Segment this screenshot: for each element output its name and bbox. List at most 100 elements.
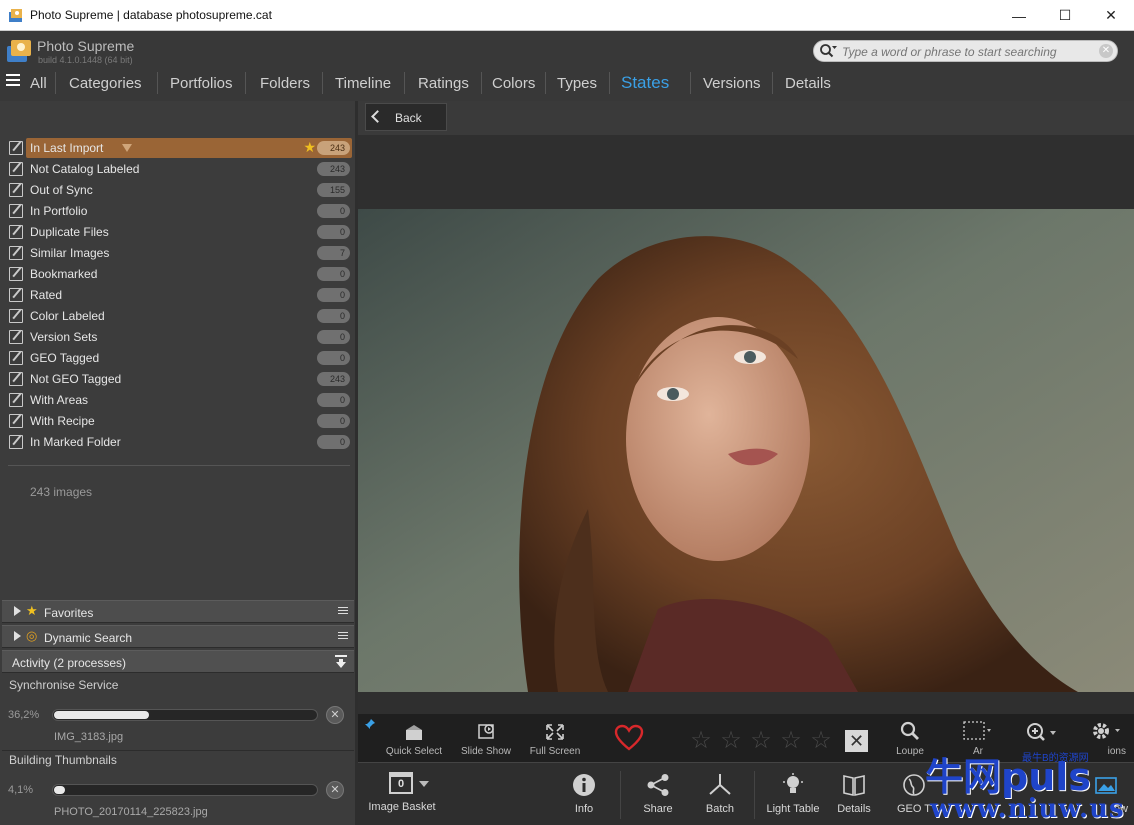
tab-types[interactable]: Types <box>557 75 597 92</box>
watermark-url: www.niuw.us <box>930 794 1125 824</box>
menu-icon[interactable] <box>6 74 20 88</box>
tab-ratings[interactable]: Ratings <box>418 75 469 92</box>
state-item[interactable]: In Marked Folder 0 <box>8 432 352 452</box>
state-item[interactable]: Version Sets 0 <box>8 327 352 347</box>
state-count-badge: 0 <box>317 225 350 239</box>
light-table-button[interactable]: Light Table <box>760 773 826 815</box>
tab-folders[interactable]: Folders <box>260 75 310 92</box>
edit-icon[interactable] <box>9 309 23 323</box>
state-label: Bookmarked <box>30 267 98 281</box>
favorites-label: Favorites <box>44 606 94 620</box>
search-icon <box>820 44 837 58</box>
state-item[interactable]: Bookmarked 0 <box>8 264 352 284</box>
batch-icon <box>709 774 731 795</box>
edit-icon[interactable] <box>9 141 23 155</box>
state-item[interactable]: Not Catalog Labeled 243 <box>8 159 352 179</box>
cancel-process-icon[interactable]: ✕ <box>326 706 344 724</box>
rating-star-icon[interactable]: ☆ <box>806 726 836 755</box>
expand-arrow-icon[interactable] <box>14 631 21 641</box>
edit-icon[interactable] <box>9 225 23 239</box>
app-name: Photo Supreme <box>37 38 135 54</box>
edit-icon[interactable] <box>9 246 23 260</box>
tab-categories[interactable]: Categories <box>69 75 142 92</box>
slide-show-button[interactable]: Slide Show <box>456 722 516 757</box>
rating-star-icon[interactable]: ☆ <box>776 726 806 755</box>
reject-button[interactable]: ✕ <box>845 730 868 752</box>
clear-search-icon[interactable]: ✕ <box>1099 44 1113 58</box>
rating-star-icon[interactable]: ☆ <box>716 726 746 755</box>
maximize-button[interactable]: ☐ <box>1042 0 1088 31</box>
edit-icon[interactable] <box>9 183 23 197</box>
heart-icon[interactable] <box>614 724 644 752</box>
close-button[interactable]: ✕ <box>1088 0 1134 31</box>
state-item[interactable]: Rated 0 <box>8 285 352 305</box>
minimize-button[interactable]: — <box>996 0 1042 31</box>
progress-bar <box>52 709 318 721</box>
panel-menu-icon[interactable] <box>338 607 348 616</box>
app-icon <box>9 9 22 22</box>
state-item[interactable]: In Last Import ★ 243 <box>8 138 352 158</box>
preview-image[interactable] <box>358 209 1134 692</box>
image-basket-button[interactable]: 0 Image Basket <box>366 771 438 813</box>
back-button[interactable]: Back <box>365 103 447 131</box>
app-header: Photo Supreme build 4.1.0.1448 (64 bit) … <box>0 31 1134 101</box>
tab-versions[interactable]: Versions <box>703 75 761 92</box>
activity-panel-header[interactable]: Activity (2 processes) <box>2 650 354 673</box>
edit-icon[interactable] <box>9 162 23 176</box>
search-input[interactable] <box>842 43 1097 60</box>
state-item[interactable]: In Portfolio 0 <box>8 201 352 221</box>
full-screen-button[interactable]: Full Screen <box>524 722 586 757</box>
state-label: Rated <box>30 288 63 302</box>
process-percent: 36,2% <box>8 709 40 721</box>
tab-all[interactable]: All <box>30 75 47 92</box>
book-icon <box>843 775 865 796</box>
chevron-down-icon[interactable] <box>419 781 429 787</box>
state-item[interactable]: Not GEO Tagged 243 <box>8 369 352 389</box>
expand-arrow-icon[interactable] <box>14 606 21 616</box>
cancel-process-icon[interactable]: ✕ <box>326 781 344 799</box>
info-label: Info <box>574 803 594 815</box>
download-icon[interactable] <box>333 654 349 670</box>
state-item[interactable]: Duplicate Files 0 <box>8 222 352 242</box>
state-item[interactable]: With Recipe 0 <box>8 411 352 431</box>
app-build: build 4.1.0.1448 (64 bit) <box>38 55 133 65</box>
details-button[interactable]: Details <box>834 773 874 815</box>
basket-count: 0 <box>389 772 413 794</box>
tab-portfolios[interactable]: Portfolios <box>170 75 233 92</box>
state-item[interactable]: GEO Tagged 0 <box>8 348 352 368</box>
filter-icon[interactable] <box>122 144 132 152</box>
dynamic-search-panel-header[interactable]: ◎ Dynamic Search <box>2 625 354 648</box>
star-icon[interactable]: ★ <box>303 139 316 156</box>
state-item[interactable]: With Areas 0 <box>8 390 352 410</box>
edit-icon[interactable] <box>9 330 23 344</box>
search-box[interactable]: ✕ <box>813 40 1118 62</box>
batch-button[interactable]: Batch <box>700 773 740 815</box>
edit-icon[interactable] <box>9 393 23 407</box>
tab-timeline[interactable]: Timeline <box>335 75 391 92</box>
state-item[interactable]: Color Labeled 0 <box>8 306 352 326</box>
edit-icon[interactable] <box>9 351 23 365</box>
batch-label: Batch <box>705 803 735 815</box>
share-button[interactable]: Share <box>638 773 678 815</box>
left-panel: In Last Import ★ 243 Not Catalog Labeled 243… <box>0 101 355 825</box>
favorites-panel-header[interactable]: ★ Favorites <box>2 600 354 623</box>
loupe-icon <box>900 721 919 740</box>
tab-details[interactable]: Details <box>785 75 831 92</box>
edit-icon[interactable] <box>9 204 23 218</box>
edit-icon[interactable] <box>9 435 23 449</box>
state-item[interactable]: Similar Images 7 <box>8 243 352 263</box>
state-item[interactable]: Out of Sync 155 <box>8 180 352 200</box>
rating-star-icon[interactable]: ☆ <box>686 726 716 755</box>
edit-icon[interactable] <box>9 414 23 428</box>
panel-menu-icon[interactable] <box>338 632 348 641</box>
edit-icon[interactable] <box>9 267 23 281</box>
edit-icon[interactable] <box>9 372 23 386</box>
tab-states[interactable]: States <box>621 73 669 93</box>
rating-star-icon[interactable]: ☆ <box>746 726 776 755</box>
edit-icon[interactable] <box>9 288 23 302</box>
quick-select-button[interactable]: Quick Select <box>382 722 446 757</box>
pin-icon[interactable] <box>364 718 376 730</box>
tab-colors[interactable]: Colors <box>492 75 535 92</box>
full-screen-label: Full Screen <box>529 746 581 757</box>
info-button[interactable]: Info <box>564 773 604 815</box>
